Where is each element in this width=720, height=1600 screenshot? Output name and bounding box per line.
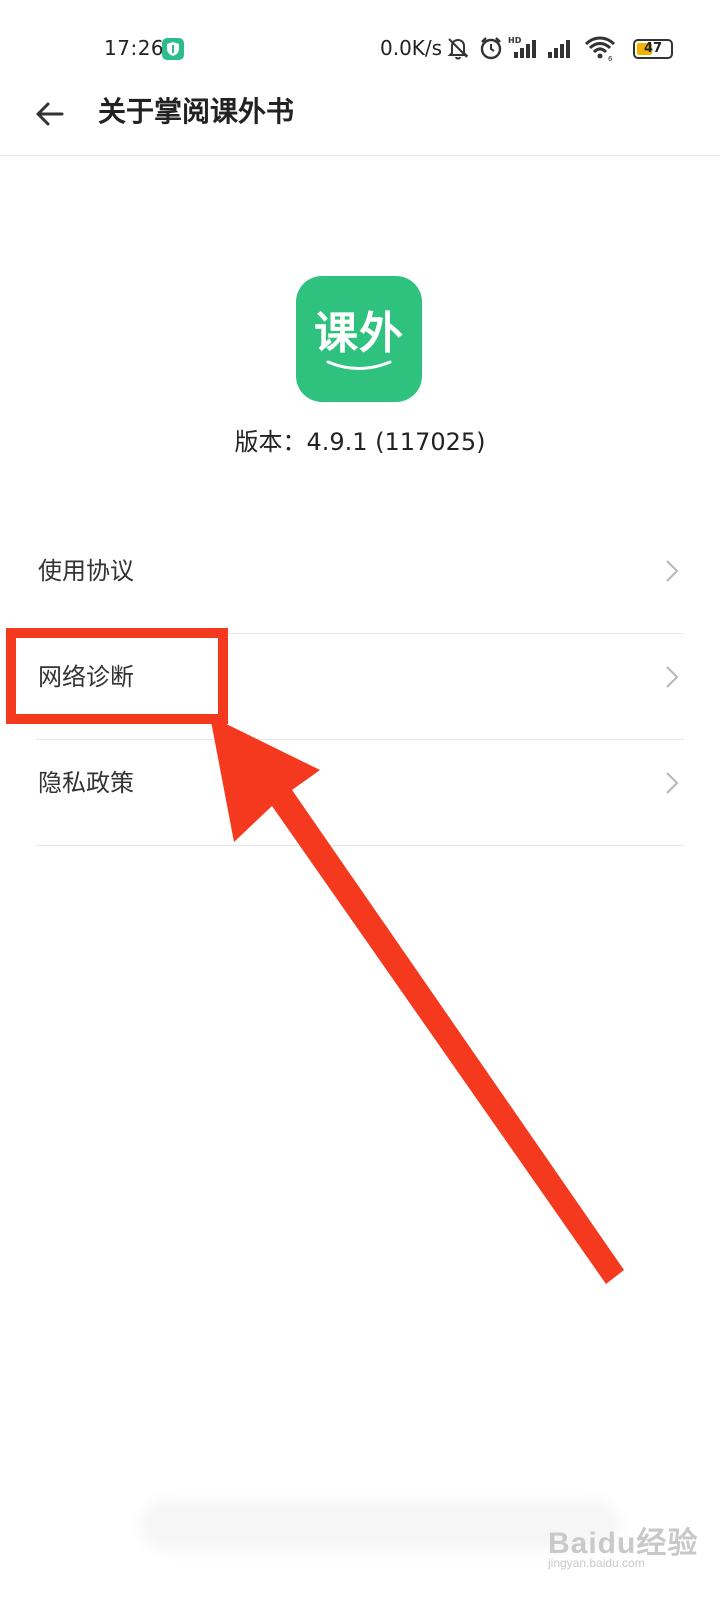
status-bar: 17:26 0.0K/s HD 6 47: [0, 0, 720, 90]
svg-text:6: 6: [608, 55, 613, 62]
menu-item-privacy-policy[interactable]: 隐私政策: [36, 740, 684, 846]
svg-text:HD: HD: [508, 36, 522, 45]
app-header: 关于掌阅课外书: [0, 90, 720, 156]
status-time: 17:26: [104, 36, 165, 60]
arrow-left-icon[interactable]: [34, 98, 66, 130]
menu-item-label: 使用协议: [38, 557, 134, 585]
smile-icon: [326, 360, 392, 370]
menu-item-user-agreement[interactable]: 使用协议: [36, 528, 684, 634]
chevron-right-icon: [666, 772, 679, 794]
battery-nub: [633, 39, 673, 59]
chevron-right-icon: [666, 560, 679, 582]
menu-item-label: 隐私政策: [38, 769, 134, 797]
version-text: 版本：4.9.1 (117025): [234, 428, 486, 456]
hd-signal-icon: HD: [508, 36, 536, 58]
app-logo: 课外: [296, 276, 422, 402]
highlight-box: [6, 628, 228, 724]
wifi-icon: 6: [584, 36, 616, 62]
mute-icon: [447, 38, 469, 60]
chevron-right-icon: [666, 666, 679, 688]
back-button[interactable]: [30, 94, 70, 134]
app-logo-text: 课外: [314, 308, 404, 359]
net-speed: 0.0K/s: [380, 36, 443, 60]
alarm-icon: [480, 37, 502, 60]
shield-icon: [162, 38, 184, 60]
baidu-watermark: Baidu经验 jingyan.baidu.com: [548, 1518, 698, 1570]
watermark-site: jingyan.baidu.com: [548, 1556, 645, 1570]
signal-icon: [548, 40, 570, 58]
page-title: 关于掌阅课外书: [98, 95, 295, 128]
